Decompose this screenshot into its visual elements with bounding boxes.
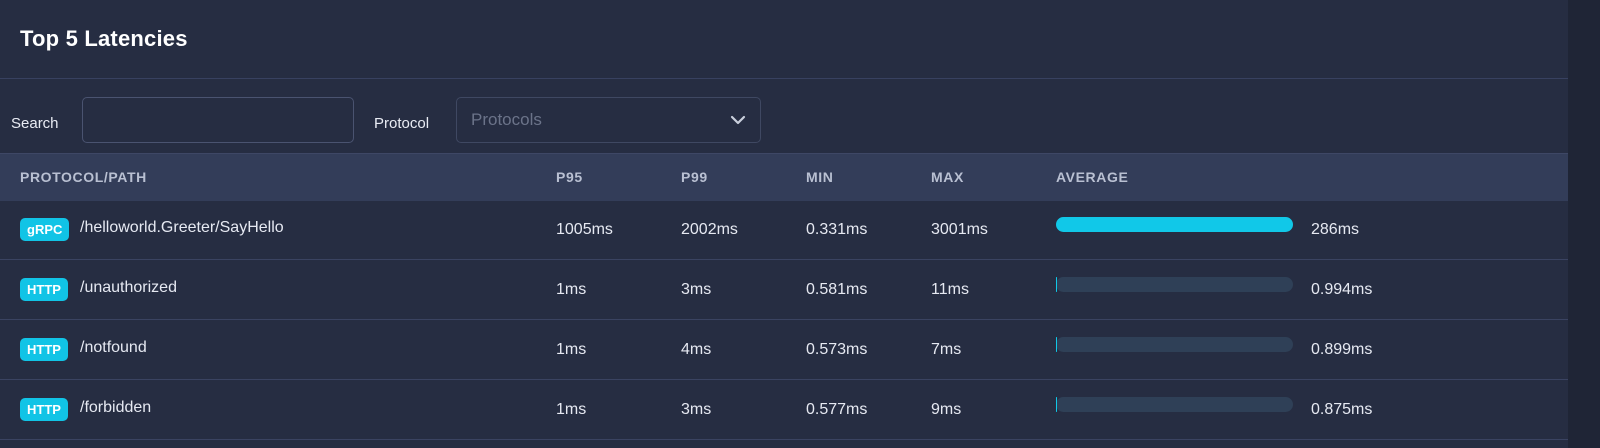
max-value: 3001ms <box>931 221 988 238</box>
table-row[interactable]: gRPC /helloworld.Greeter/SayHello 1005ms… <box>0 200 1568 260</box>
panel-header: Top 5 Latencies <box>0 0 1568 79</box>
average-bar-fill <box>1056 397 1057 412</box>
column-header-min[interactable]: MIN <box>806 169 833 185</box>
max-value: 9ms <box>931 401 962 418</box>
path-text: /forbidden <box>80 399 152 416</box>
filter-bar: Search Protocol Protocols <box>0 79 1568 153</box>
p95-value: 1005ms <box>556 221 613 238</box>
average-value: 0.875ms <box>1311 401 1373 418</box>
p99-value: 2002ms <box>681 221 738 238</box>
p95-value: 1ms <box>556 281 587 298</box>
max-value: 11ms <box>931 281 969 298</box>
max-value: 7ms <box>931 341 962 358</box>
p95-value: 1ms <box>556 401 587 418</box>
min-value: 0.573ms <box>806 341 868 358</box>
search-input[interactable] <box>82 97 354 143</box>
protocol-badge: gRPC <box>20 218 70 241</box>
average-bar-fill <box>1056 277 1057 292</box>
average-value: 0.899ms <box>1311 341 1373 358</box>
average-bar-fill <box>1056 217 1293 232</box>
protocol-label: Protocol <box>374 115 430 132</box>
average-bar <box>1056 337 1293 352</box>
average-bar-fill <box>1056 337 1057 352</box>
min-value: 0.581ms <box>806 281 868 298</box>
table-row[interactable]: HTTP /unauthorized 1ms 3ms 0.581ms 11ms … <box>0 260 1568 320</box>
path-text: /notfound <box>80 339 147 356</box>
scroll-gutter <box>1568 0 1600 448</box>
protocol-badge: HTTP <box>20 398 68 421</box>
panel-title: Top 5 Latencies <box>20 26 188 51</box>
table-row[interactable]: HTTP /notfound 1ms 4ms 0.573ms 7ms 0.899… <box>0 320 1568 380</box>
average-bar <box>1056 397 1293 412</box>
column-header-path[interactable]: PROTOCOL/PATH <box>20 169 147 185</box>
chevron-down-icon <box>730 112 746 128</box>
p99-value: 4ms <box>681 341 712 358</box>
column-header-p99[interactable]: P99 <box>681 169 708 185</box>
average-bar <box>1056 277 1293 292</box>
path-text: /unauthorized <box>80 279 177 296</box>
p95-value: 1ms <box>556 341 587 358</box>
protocol-placeholder: Protocols <box>471 110 542 129</box>
column-header-p95[interactable]: P95 <box>556 169 583 185</box>
protocol-badge: HTTP <box>20 278 68 301</box>
column-header-max[interactable]: MAX <box>931 169 964 185</box>
average-bar <box>1056 217 1293 232</box>
latency-panel: Top 5 Latencies Search Protocol Protocol… <box>0 0 1568 448</box>
search-label: Search <box>11 115 59 132</box>
column-header-average[interactable]: AVERAGE <box>1056 169 1128 185</box>
p99-value: 3ms <box>681 401 712 418</box>
average-value: 0.994ms <box>1311 281 1373 298</box>
min-value: 0.331ms <box>806 221 868 238</box>
path-text: /helloworld.Greeter/SayHello <box>80 219 284 236</box>
p99-value: 3ms <box>681 281 712 298</box>
protocol-select[interactable]: Protocols <box>456 97 761 143</box>
table-row[interactable]: HTTP /forbidden 1ms 3ms 0.577ms 9ms 0.87… <box>0 380 1568 440</box>
protocol-badge: HTTP <box>20 338 68 361</box>
table-header: PROTOCOL/PATH P95 P99 MIN MAX AVERAGE <box>0 153 1568 201</box>
min-value: 0.577ms <box>806 401 868 418</box>
average-value: 286ms <box>1311 221 1360 238</box>
